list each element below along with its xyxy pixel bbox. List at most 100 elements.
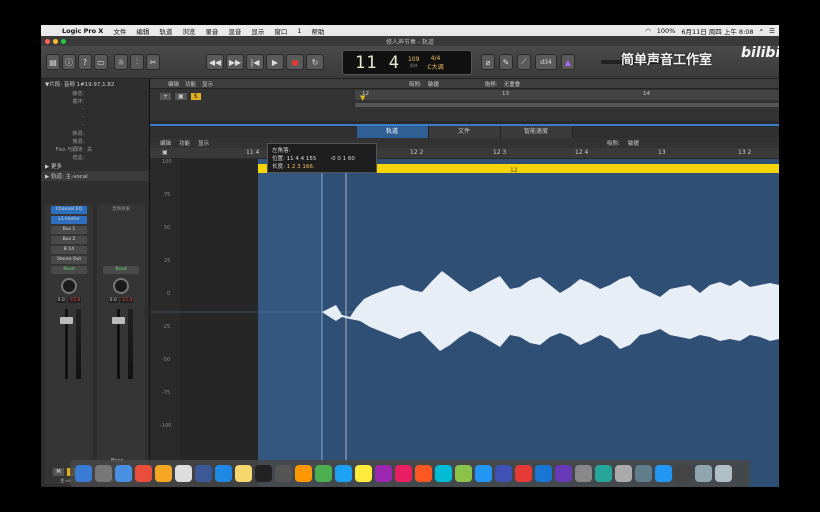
dock-app-icon[interactable]	[195, 465, 212, 482]
rewind-icon[interactable]: ◀◀	[206, 54, 224, 70]
menu-list-icon[interactable]: ☰	[769, 27, 775, 35]
menu-edit[interactable]: 编辑	[131, 26, 154, 36]
editor-edit-menu[interactable]: 编辑	[160, 139, 171, 147]
app-menu[interactable]: Logic Pro X	[57, 27, 108, 35]
pencil-icon[interactable]: ✎	[499, 54, 513, 70]
dock-app-icon[interactable]	[435, 465, 452, 482]
count-in-field[interactable]: d34	[535, 54, 557, 70]
to-start-icon[interactable]: |◀	[246, 54, 264, 70]
dock-app-icon[interactable]	[695, 465, 712, 482]
metronome-icon[interactable]: ⟋	[517, 54, 531, 70]
tracks-function-menu[interactable]: 功能	[185, 80, 196, 88]
smart-controls-icon[interactable]: ☼	[114, 54, 128, 70]
cycle-icon[interactable]: ↻	[306, 54, 324, 70]
dock-app-icon[interactable]	[555, 465, 572, 482]
snap-value[interactable]: 敏捷	[428, 80, 439, 88]
editor-function-menu[interactable]: 功能	[179, 139, 190, 147]
volume-value[interactable]: 0.0	[56, 298, 66, 303]
editor-snap-value[interactable]: 敏捷	[628, 139, 639, 147]
zoom-icon[interactable]	[61, 39, 66, 44]
dock-app-icon[interactable]	[535, 465, 552, 482]
tracks-edit-menu[interactable]: 编辑	[168, 80, 179, 88]
tracks-ruler[interactable]: 12 13 14 ▼	[355, 90, 779, 102]
tab-file[interactable]: 文件	[428, 126, 501, 138]
add-track-icon[interactable]: +	[160, 93, 172, 100]
dock-app-icon[interactable]	[395, 465, 412, 482]
dock-app-icon[interactable]	[455, 465, 472, 482]
dock-app-icon[interactable]	[295, 465, 312, 482]
drag-value[interactable]: 无重叠	[504, 80, 521, 88]
waveform-area[interactable]: 12 100 75 50 25 0 -25 -50 -75 -100	[150, 159, 779, 487]
tracks-scrollbar[interactable]	[355, 103, 779, 107]
lcd-display[interactable]: 11 4 109 保持 4/4 C大调	[342, 50, 472, 75]
battery-label[interactable]: 100%	[657, 27, 676, 35]
fader-cap[interactable]	[60, 317, 73, 324]
tracks-view-menu[interactable]: 显示	[202, 80, 213, 88]
metronome-triangle-icon[interactable]: ▲	[561, 54, 575, 70]
param-value[interactable]: 关	[87, 146, 92, 153]
minimize-icon[interactable]	[53, 39, 58, 44]
dock-app-icon[interactable]	[175, 465, 192, 482]
dock-app-icon[interactable]	[355, 465, 372, 482]
wifi-icon[interactable]: ◠	[645, 27, 651, 35]
dock-app-icon[interactable]	[315, 465, 332, 482]
dock-app-icon[interactable]	[515, 465, 532, 482]
dock-app-icon[interactable]	[615, 465, 632, 482]
track-view-icon[interactable]: ▣	[175, 93, 187, 100]
playhead-marker-icon[interactable]: ▼	[360, 94, 365, 102]
menu-mix[interactable]: 混音	[223, 26, 246, 36]
dock-app-icon[interactable]	[635, 465, 652, 482]
menu-help[interactable]: 帮助	[306, 26, 329, 36]
dock-app-icon[interactable]	[715, 465, 732, 482]
dock-app-icon[interactable]	[675, 465, 692, 482]
search-icon[interactable]: ⌕	[760, 26, 764, 35]
output-slot[interactable]: Stereo Out	[51, 256, 87, 264]
toolbar-icon[interactable]: ▭	[94, 54, 108, 70]
dock-app-icon[interactable]	[215, 465, 232, 482]
editor-ruler[interactable]: ▣ 11 4 12 12 2 12 3 12 4 13 13 2	[150, 148, 779, 158]
forward-icon[interactable]: ▶▶	[226, 54, 244, 70]
pan-knob[interactable]	[61, 278, 77, 294]
solo-icon[interactable]: S	[190, 93, 201, 100]
dock-app-icon[interactable]	[75, 465, 92, 482]
dock-app-icon[interactable]	[95, 465, 112, 482]
menu-window[interactable]: 窗口	[269, 26, 292, 36]
dock-app-icon[interactable]	[255, 465, 272, 482]
waveform-svg[interactable]: 12	[150, 159, 779, 487]
tuner-icon[interactable]: ⌀	[481, 54, 495, 70]
send-slot[interactable]: B 14	[51, 246, 87, 254]
region-header[interactable]: ▼片段: 音频 1#19.97,1.82	[41, 79, 149, 89]
help-icon[interactable]: ?	[78, 54, 92, 70]
close-icon[interactable]	[45, 39, 50, 44]
tab-tracks[interactable]: 轨道	[356, 126, 429, 138]
record-icon[interactable]: ●	[286, 54, 304, 70]
dock-app-icon[interactable]	[595, 465, 612, 482]
plugin-slot[interactable]: Channel EQ	[51, 206, 87, 214]
dock-app-icon[interactable]	[135, 465, 152, 482]
play-icon[interactable]: ▶	[266, 54, 284, 70]
dock-app-icon[interactable]	[375, 465, 392, 482]
dock-app-icon[interactable]	[575, 465, 592, 482]
more-toggle[interactable]: ▶ 更多	[41, 161, 149, 171]
dock-app-icon[interactable]	[115, 465, 132, 482]
inspector-icon[interactable]: ⓘ	[62, 54, 76, 70]
volume-fader[interactable]	[51, 309, 87, 379]
send-slot[interactable]: Bus 1	[51, 226, 87, 234]
editors-icon[interactable]: ✂	[146, 54, 160, 70]
dock-app-icon[interactable]	[235, 465, 252, 482]
menu-track[interactable]: 轨道	[154, 26, 177, 36]
menu-browse[interactable]: 浏览	[177, 26, 200, 36]
clock[interactable]: 6月11日 周四 上午 8:08	[681, 26, 753, 36]
plugin-slot[interactable]: L1 limiter	[51, 216, 87, 224]
peak-value[interactable]: -15.9	[119, 298, 134, 303]
dock-app-icon[interactable]	[495, 465, 512, 482]
menu-record[interactable]: 录音	[200, 26, 223, 36]
automation-mode[interactable]: Read	[103, 266, 139, 274]
menu-view[interactable]: 显示	[246, 26, 269, 36]
volume-fader[interactable]	[103, 309, 139, 379]
menu-file[interactable]: 文件	[108, 26, 131, 36]
dock-app-icon[interactable]	[335, 465, 352, 482]
automation-mode[interactable]: Read	[51, 266, 87, 274]
dock-app-icon[interactable]	[155, 465, 172, 482]
dock-app-icon[interactable]	[275, 465, 292, 482]
